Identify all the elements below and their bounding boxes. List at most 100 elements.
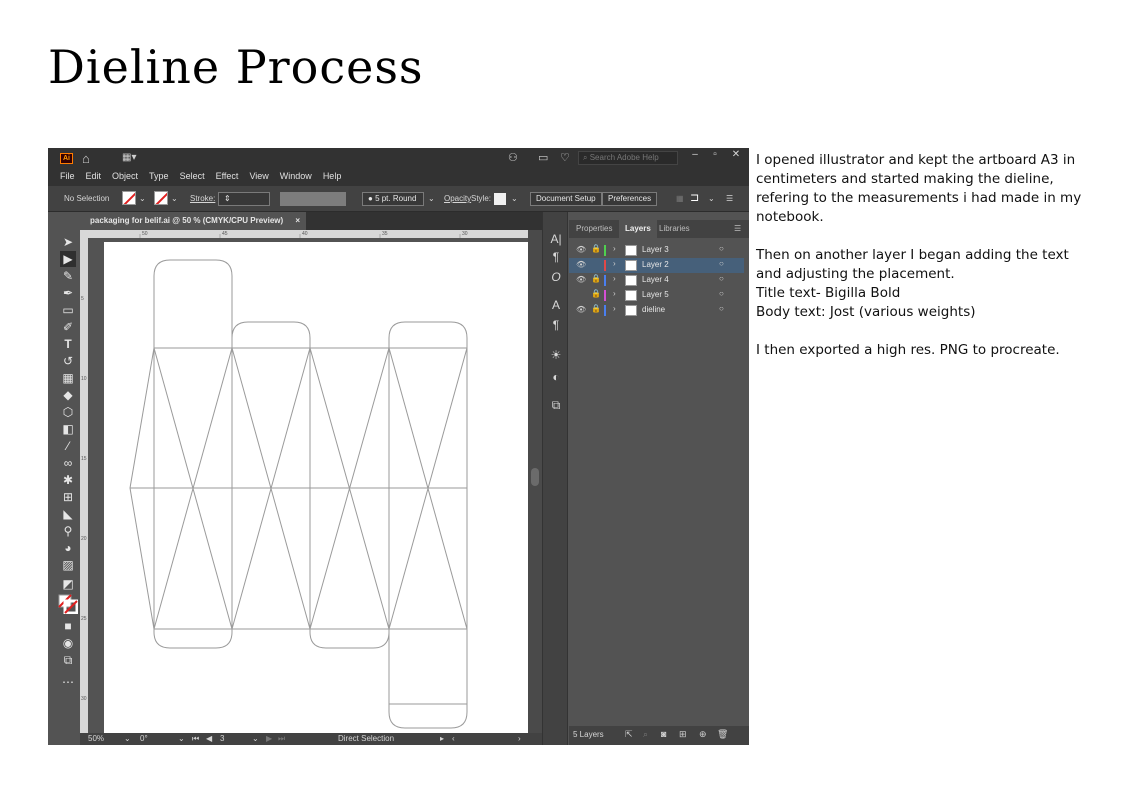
transform-icon[interactable]: ⊐: [690, 191, 699, 204]
transparency-panel-icon[interactable]: ◐: [549, 370, 563, 384]
artboard-tool-icon[interactable]: ⊞: [60, 489, 76, 505]
expand-chevron-icon[interactable]: ›: [613, 274, 616, 283]
locate-object-icon[interactable]: ⌕: [643, 729, 648, 740]
layer-row-dieline[interactable]: 👁 🔒 › dieline ○: [569, 303, 744, 318]
expand-chevron-icon[interactable]: ›: [613, 259, 616, 268]
tab-properties[interactable]: Properties: [576, 220, 612, 238]
eraser-tool-icon[interactable]: ◆: [60, 387, 76, 403]
clipping-mask-icon[interactable]: ◙: [661, 729, 666, 739]
pie-graph-tool-icon[interactable]: ◕: [60, 540, 76, 556]
next-artboard-icon[interactable]: ▶: [266, 734, 272, 743]
scroll-left-icon[interactable]: ‹: [452, 734, 455, 743]
home-icon[interactable]: ⌂: [82, 151, 90, 166]
brush-definition[interactable]: ● 5 pt. Round: [362, 192, 424, 206]
vertical-scrollbar[interactable]: [528, 230, 542, 733]
artboard-dropdown-icon[interactable]: ⌄: [252, 734, 259, 743]
blend-tool-icon[interactable]: ∞: [60, 455, 76, 471]
stroke-label[interactable]: Stroke:: [190, 194, 215, 203]
last-artboard-icon[interactable]: ⏭: [278, 734, 285, 744]
layer-row-layer-5[interactable]: 🔒 › Layer 5 ○: [569, 288, 744, 303]
discover-icon[interactable]: ♡: [560, 151, 570, 164]
previous-artboard-icon[interactable]: ◀: [206, 734, 212, 743]
zoom-tool-icon[interactable]: ⚲: [60, 523, 76, 539]
more-tools-icon[interactable]: ⋯: [60, 674, 76, 690]
lock-icon[interactable]: 🔒: [591, 274, 601, 283]
status-menu-icon[interactable]: ▸: [440, 734, 444, 743]
appearance-panel-icon[interactable]: ☀: [549, 348, 563, 362]
gradient-tool-icon[interactable]: ◧: [60, 421, 76, 437]
transform-dropdown-icon[interactable]: ⌄: [708, 194, 715, 203]
delete-layer-icon[interactable]: 🗑: [717, 729, 728, 740]
layer-name[interactable]: Layer 5: [642, 290, 669, 299]
menu-object[interactable]: Object: [112, 168, 138, 186]
panel-options-icon[interactable]: ☰: [734, 220, 741, 238]
layer-name[interactable]: Layer 3: [642, 245, 669, 254]
menu-effect[interactable]: Effect: [216, 168, 239, 186]
rotation-value[interactable]: 0°: [140, 734, 148, 743]
menu-type[interactable]: Type: [149, 168, 169, 186]
stroke-swatch[interactable]: [154, 191, 168, 205]
arrange-documents-icon[interactable]: ▦▾: [122, 152, 136, 163]
menu-edit[interactable]: Edit: [86, 168, 102, 186]
target-circle-icon[interactable]: ○: [719, 289, 724, 298]
layer-name[interactable]: Layer 2: [642, 260, 669, 269]
preferences-button[interactable]: Preferences: [602, 192, 658, 206]
glyphs-panel-icon[interactable]: A: [549, 298, 563, 312]
symbol-sprayer-tool-icon[interactable]: ✱: [60, 472, 76, 488]
screen-mode-icon[interactable]: ⧉: [60, 652, 76, 668]
align-icon[interactable]: ▦: [676, 194, 684, 203]
variable-width-profile[interactable]: [280, 192, 346, 206]
lock-icon[interactable]: 🔒: [591, 244, 601, 253]
layer-row-layer-3[interactable]: 👁 🔒 › Layer 3 ○: [569, 243, 744, 258]
tab-libraries[interactable]: Libraries: [659, 220, 690, 238]
character-styles-icon[interactable]: ¶: [549, 318, 563, 332]
first-artboard-icon[interactable]: ⏮: [192, 734, 199, 744]
paintbrush-tool-icon[interactable]: ✐: [60, 319, 76, 335]
brush-dropdown-icon[interactable]: ⌄: [428, 194, 435, 203]
workspace-icon[interactable]: ▭: [538, 151, 548, 164]
target-circle-icon[interactable]: ○: [719, 244, 724, 253]
menu-select[interactable]: Select: [180, 168, 205, 186]
new-layer-icon[interactable]: ⊕: [699, 729, 707, 740]
expand-chevron-icon[interactable]: ›: [613, 289, 616, 298]
color-mode-icon[interactable]: ■: [60, 618, 76, 634]
visibility-eye-icon[interactable]: 👁: [576, 260, 586, 269]
opentype-panel-icon[interactable]: O: [549, 270, 563, 284]
target-circle-icon[interactable]: ○: [719, 304, 724, 313]
rotate-tool-icon[interactable]: ↺: [60, 353, 76, 369]
cloud-sync-icon[interactable]: ⚇: [508, 151, 518, 164]
menu-file[interactable]: File: [60, 168, 75, 186]
rectangle-tool-icon[interactable]: ▭: [60, 302, 76, 318]
zoom-level[interactable]: 50%: [88, 734, 104, 743]
menu-view[interactable]: View: [249, 168, 268, 186]
pen-tool-icon[interactable]: ✒: [60, 285, 76, 301]
shape-builder-tool-icon[interactable]: ⬡: [60, 404, 76, 420]
default-colors-icon[interactable]: ◩: [60, 576, 76, 592]
panel-menu-icon[interactable]: ☰: [726, 194, 733, 203]
layer-name[interactable]: dieline: [642, 305, 665, 314]
visibility-eye-icon[interactable]: 👁: [576, 245, 586, 254]
layer-name[interactable]: Layer 4: [642, 275, 669, 284]
scrollbar-thumb[interactable]: [531, 468, 539, 486]
expand-chevron-icon[interactable]: ›: [613, 304, 616, 313]
expand-chevron-icon[interactable]: ›: [613, 244, 616, 253]
rotation-dropdown-icon[interactable]: ⌄: [178, 734, 185, 743]
export-icon[interactable]: ⇱: [625, 729, 633, 740]
dieline-drawing[interactable]: [104, 242, 528, 733]
search-help-input[interactable]: ⌕ Search Adobe Help: [578, 151, 678, 165]
menu-window[interactable]: Window: [280, 168, 312, 186]
paragraph-panel-icon[interactable]: ¶: [549, 250, 563, 264]
selection-tool-icon[interactable]: ➤: [60, 234, 76, 250]
close-icon[interactable]: ✕: [727, 149, 745, 163]
horizontal-ruler[interactable]: 50 45 40 35 30: [80, 230, 538, 238]
draw-mode-icon[interactable]: ◉: [60, 635, 76, 651]
grid-tool-icon[interactable]: ▦: [60, 370, 76, 386]
pathfinder-panel-icon[interactable]: ⧉: [549, 398, 563, 412]
magic-wand-tool-icon[interactable]: ✎: [60, 268, 76, 284]
minimize-icon[interactable]: –: [686, 149, 704, 163]
artboard-number[interactable]: 3: [220, 734, 224, 743]
stroke-weight-field[interactable]: ⇕: [218, 192, 270, 206]
scroll-right-icon[interactable]: ›: [518, 734, 521, 743]
lock-icon[interactable]: 🔒: [591, 304, 601, 313]
tab-layers[interactable]: Layers: [619, 220, 657, 238]
